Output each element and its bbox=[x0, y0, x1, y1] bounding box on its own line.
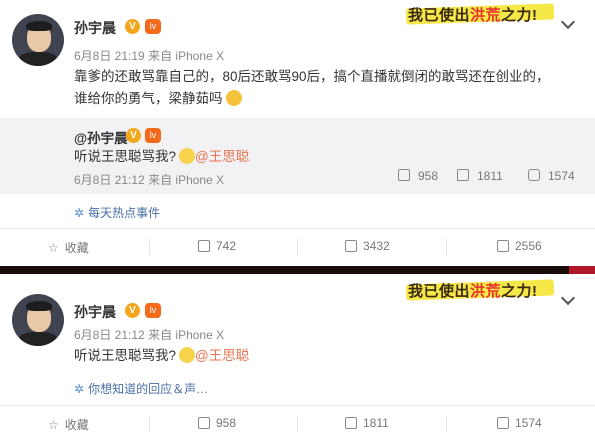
topic-link[interactable]: ✲ 你想知道的回应＆声… bbox=[74, 380, 208, 397]
repost-icon bbox=[398, 169, 410, 181]
post-source: 来自 iPhone X bbox=[148, 328, 225, 342]
separator bbox=[297, 239, 298, 255]
chevron-down-icon[interactable] bbox=[560, 290, 576, 306]
topic-link[interactable]: ✲ 每天热点事件 bbox=[74, 204, 160, 221]
post-meta: 6月8日 21:19 来自 iPhone X bbox=[74, 47, 224, 64]
comment-button[interactable]: 1811 bbox=[345, 416, 389, 430]
post-text-line2: 谁给你的勇气，梁静茹吗 bbox=[74, 88, 574, 110]
repost-icon bbox=[198, 417, 210, 429]
mention-link[interactable]: @王思聪 bbox=[195, 348, 249, 363]
comment-button[interactable]: 3432 bbox=[345, 239, 390, 253]
verified-v-icon: V bbox=[125, 19, 140, 34]
repost-button[interactable]: 958 bbox=[198, 416, 236, 430]
meme-banner: 我已使出洪荒之力! bbox=[408, 283, 538, 300]
quoted-meta: 6月8日 21:12 来自 iPhone X bbox=[74, 171, 224, 188]
like-icon bbox=[497, 417, 509, 429]
level-badge-icon: lv bbox=[145, 303, 161, 318]
repost-icon bbox=[198, 240, 210, 252]
separator bbox=[446, 239, 447, 255]
quoted-repost-button[interactable]: 958 bbox=[398, 169, 438, 183]
post-text: 听说王思聪骂我? @王思聪 bbox=[74, 347, 250, 363]
comment-icon bbox=[457, 169, 469, 181]
chevron-down-icon[interactable] bbox=[560, 14, 576, 30]
separator bbox=[297, 416, 298, 432]
quoted-comment-button[interactable]: 1811 bbox=[457, 169, 503, 183]
weibo-post-card: 孙宇晨 V lv 6月8日 21:12 来自 iPhone X 我已使出洪荒之力… bbox=[0, 274, 595, 441]
post-time[interactable]: 6月8日 21:19 bbox=[74, 49, 145, 63]
avatar-hair bbox=[26, 21, 52, 31]
post-meta: 6月8日 21:12 来自 iPhone X bbox=[74, 326, 224, 343]
like-button[interactable]: 2556 bbox=[497, 239, 542, 253]
like-icon bbox=[497, 240, 509, 252]
separator bbox=[149, 416, 150, 432]
action-bar: ☆ 收藏 742 3432 2556 bbox=[0, 228, 595, 264]
post-text: 靠爹的还敢骂靠自己的，80后还敢骂90后，搞个直播就倒闭的敢骂还在创业的， 谁给… bbox=[74, 66, 574, 110]
avatar-hair bbox=[26, 301, 52, 311]
post-source: 来自 iPhone X bbox=[148, 49, 225, 63]
mention-link[interactable]: @王思聪 bbox=[195, 149, 249, 164]
author-name[interactable]: 孙宇晨 bbox=[74, 302, 116, 322]
avatar[interactable] bbox=[12, 14, 64, 66]
verified-v-icon: V bbox=[125, 303, 140, 318]
level-badge-icon: lv bbox=[145, 128, 161, 143]
quoted-like-button[interactable]: 1574 bbox=[528, 169, 575, 183]
verified-v-icon: V bbox=[126, 128, 141, 143]
separator bbox=[446, 416, 447, 432]
weibo-post-card: 孙宇晨 V lv 6月8日 21:19 来自 iPhone X 我已使出洪荒之力… bbox=[0, 0, 595, 266]
level-badge-icon: lv bbox=[145, 19, 161, 34]
action-bar: ☆ 收藏 958 1811 1574 bbox=[0, 405, 595, 441]
avatar-shirt bbox=[18, 332, 58, 346]
quoted-time[interactable]: 6月8日 21:12 bbox=[74, 173, 145, 187]
collect-button[interactable]: ☆ 收藏 bbox=[48, 239, 89, 256]
collect-button[interactable]: ☆ 收藏 bbox=[48, 416, 89, 433]
separator bbox=[149, 239, 150, 255]
topic-icon: ✲ bbox=[74, 382, 85, 396]
post-text-line1: 靠爹的还敢骂靠自己的，80后还敢骂90后，搞个直播就倒闭的敢骂还在创业的， bbox=[74, 69, 550, 84]
quoted-post[interactable]: @孙宇晨 V lv 听说王思聪骂我? @王思聪 6月8日 21:12 来自 iPh… bbox=[0, 118, 595, 194]
star-icon: ☆ bbox=[48, 418, 59, 432]
star-icon: ☆ bbox=[48, 241, 59, 255]
smile-emoji-icon bbox=[179, 148, 196, 164]
repost-button[interactable]: 742 bbox=[198, 239, 236, 253]
post-time[interactable]: 6月8日 21:12 bbox=[74, 328, 145, 342]
avatar-shirt bbox=[18, 52, 58, 66]
comment-icon bbox=[345, 417, 357, 429]
quoted-author[interactable]: @孙宇晨 bbox=[74, 127, 128, 147]
like-icon bbox=[528, 169, 540, 181]
like-button[interactable]: 1574 bbox=[497, 416, 542, 430]
meme-banner: 我已使出洪荒之力! bbox=[408, 7, 538, 24]
smile-emoji-icon bbox=[179, 347, 196, 363]
avatar[interactable] bbox=[12, 294, 64, 346]
topic-icon: ✲ bbox=[74, 206, 85, 220]
quoted-source: 来自 iPhone X bbox=[148, 173, 225, 187]
doge-emoji-icon bbox=[225, 90, 242, 106]
screenshot-divider bbox=[0, 266, 595, 274]
author-name[interactable]: 孙宇晨 bbox=[74, 18, 116, 38]
comment-icon bbox=[345, 240, 357, 252]
quoted-text: 听说王思聪骂我? @王思聪 bbox=[74, 148, 250, 164]
